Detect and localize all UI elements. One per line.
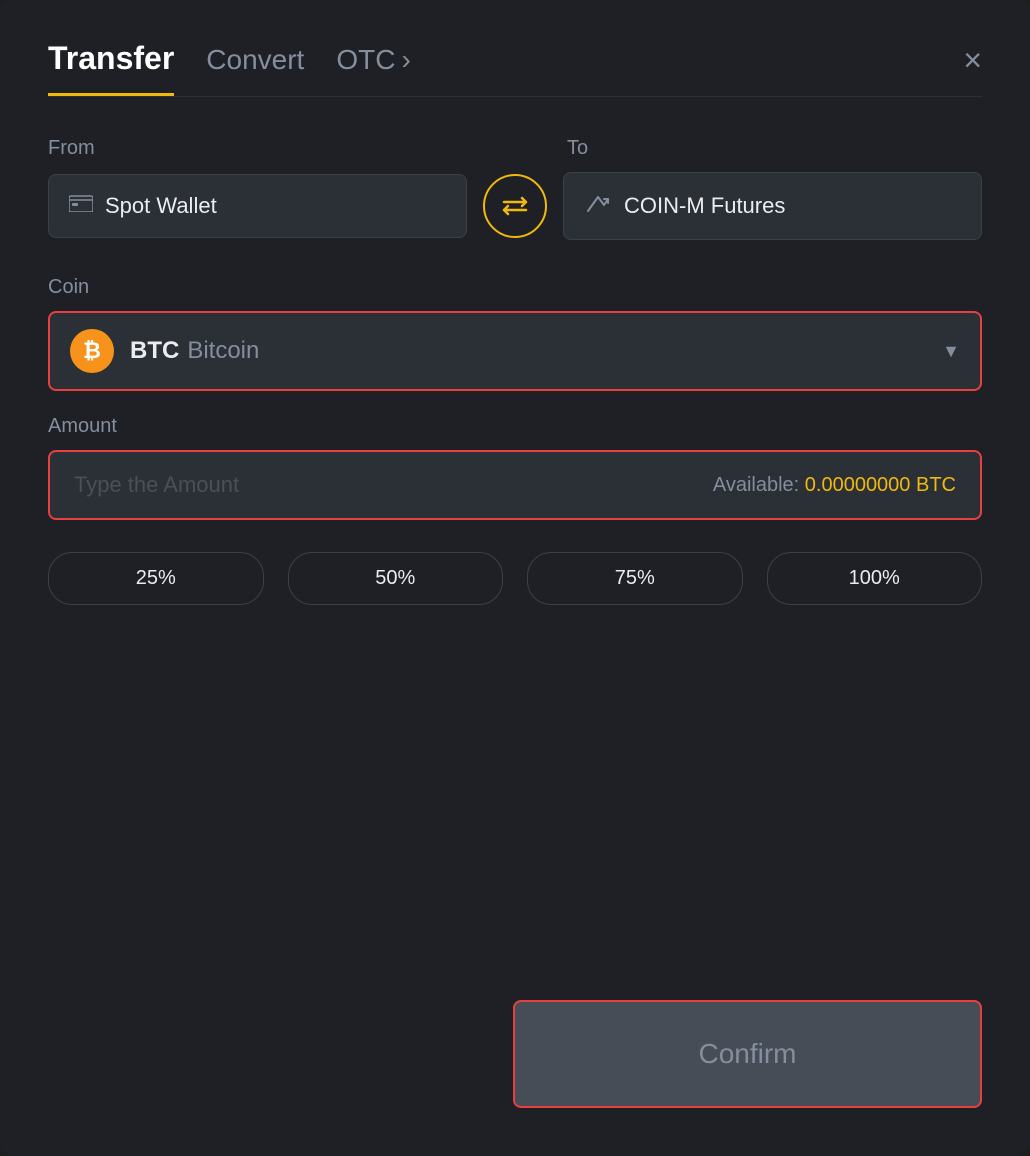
to-label: To: [559, 137, 982, 160]
red-arrow-icon: [0, 974, 3, 1074]
to-wallet-select[interactable]: COIN-M Futures: [563, 172, 982, 240]
amount-input-box[interactable]: Type the Amount Available: 0.00000000 BT…: [48, 450, 982, 520]
wallet-icon: [69, 194, 93, 218]
available-text: Available: 0.00000000 BTC: [713, 474, 956, 497]
amount-placeholder: Type the Amount: [74, 472, 239, 498]
btc-icon: ₿: [70, 329, 114, 373]
tab-otc[interactable]: OTC ›: [336, 44, 410, 92]
chevron-down-icon: ▼: [942, 341, 960, 362]
coin-symbol: BTC: [130, 337, 179, 365]
percentage-buttons: 25% 50% 75% 100%: [48, 552, 982, 605]
pct-50-button[interactable]: 50%: [288, 552, 504, 605]
bottom-section: Confirm: [48, 960, 982, 1108]
from-wallet-select[interactable]: Spot Wallet: [48, 174, 467, 238]
swap-button[interactable]: [483, 174, 547, 238]
from-label: From: [48, 137, 463, 160]
coin-full-name: Bitcoin: [187, 337, 259, 365]
header-divider: [48, 96, 982, 97]
from-to-section: From To Spot Wallet: [48, 137, 982, 240]
pct-75-button[interactable]: 75%: [527, 552, 743, 605]
from-to-inputs: Spot Wallet COIN-M Futures: [48, 172, 982, 240]
tab-convert[interactable]: Convert: [206, 44, 304, 92]
to-wallet-label: COIN-M Futures: [624, 193, 785, 219]
pct-100-button[interactable]: 100%: [767, 552, 983, 605]
futures-icon: [584, 191, 612, 221]
coin-section: Coin ₿ BTC Bitcoin ▼: [48, 276, 982, 391]
amount-section: Amount Type the Amount Available: 0.0000…: [48, 415, 982, 520]
otc-chevron-icon: ›: [401, 44, 410, 76]
modal-header: Transfer Convert OTC › ×: [48, 40, 982, 96]
from-to-labels: From To: [48, 137, 982, 160]
confirm-button[interactable]: Confirm: [513, 1000, 982, 1108]
from-wallet-label: Spot Wallet: [105, 193, 217, 219]
tab-transfer[interactable]: Transfer: [48, 40, 174, 96]
coin-label: Coin: [48, 276, 982, 299]
pct-25-button[interactable]: 25%: [48, 552, 264, 605]
coin-select[interactable]: ₿ BTC Bitcoin ▼: [48, 311, 982, 391]
close-button[interactable]: ×: [963, 44, 982, 92]
amount-label: Amount: [48, 415, 982, 438]
transfer-modal: Transfer Convert OTC › × From To: [0, 0, 1030, 1156]
available-value: 0.00000000 BTC: [805, 474, 956, 496]
